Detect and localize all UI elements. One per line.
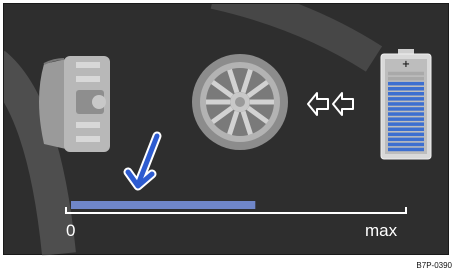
recovery-level-bar xyxy=(71,201,256,209)
recovery-scale xyxy=(65,201,407,214)
battery-cell xyxy=(388,147,424,152)
energy-recovery-display: + 0 max xyxy=(3,3,449,256)
figure-reference: B7P-0390 xyxy=(416,261,452,270)
watermark-stroke xyxy=(210,4,383,72)
battery-cell xyxy=(388,142,424,147)
battery-cell xyxy=(388,97,424,101)
battery-cell xyxy=(388,102,424,106)
battery-cell xyxy=(388,81,424,86)
battery-icon: + xyxy=(380,49,432,160)
battery-cell xyxy=(388,92,424,96)
battery-cell xyxy=(388,76,424,81)
battery-cell xyxy=(388,87,424,91)
energy-flow-arrow-icon xyxy=(332,92,354,116)
battery-cell xyxy=(388,71,424,76)
battery-cell xyxy=(388,132,424,137)
battery-cell xyxy=(388,137,424,142)
battery-cell xyxy=(388,112,424,116)
battery-cell xyxy=(388,107,424,111)
battery-positive-symbol: + xyxy=(402,59,410,70)
wheel-icon xyxy=(192,54,288,150)
battery-cell xyxy=(388,122,424,126)
scale-max-label: max xyxy=(365,221,398,240)
scale-min-label: 0 xyxy=(66,221,76,240)
battery-cell xyxy=(388,127,424,131)
battery-cell xyxy=(388,117,424,121)
pointer-arrow-icon xyxy=(123,131,162,191)
energy-flow-arrow-icon xyxy=(307,92,329,116)
brake-caliper-icon xyxy=(39,56,110,152)
